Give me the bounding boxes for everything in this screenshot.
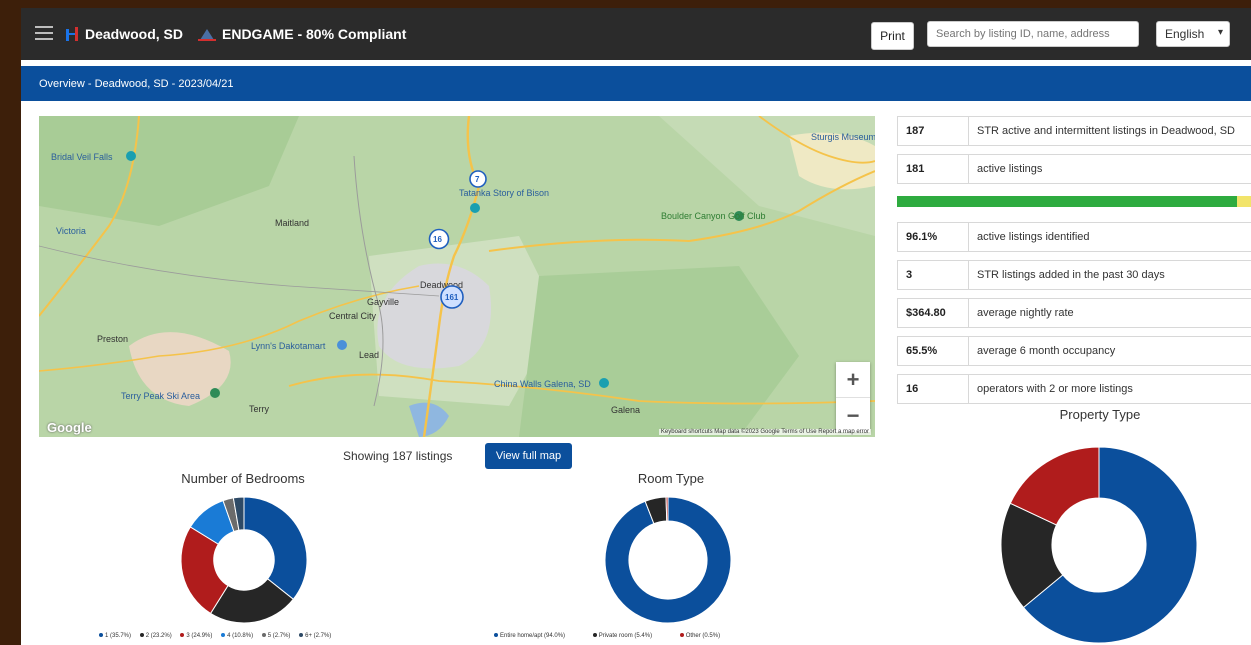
map-label: Victoria xyxy=(56,226,86,236)
listings-count-text: Showing 187 listings xyxy=(343,449,453,463)
map-label: Gayville xyxy=(367,297,399,307)
map-label: Sturgis Museum & Ha xyxy=(811,132,875,142)
print-button[interactable]: Print xyxy=(871,22,914,50)
chevron-down-icon: ▾ xyxy=(1217,27,1223,38)
zoom-out-button[interactable]: − xyxy=(836,398,870,433)
stat-label: STR listings added in the past 30 days xyxy=(977,269,1165,281)
menu-icon[interactable] xyxy=(35,26,53,40)
stat-label: operators with 2 or more listings xyxy=(977,383,1133,395)
bedrooms-donut-chart[interactable] xyxy=(179,495,309,625)
map-label: Tatanka Story of Bison xyxy=(459,188,549,198)
language-value: English xyxy=(1165,27,1205,41)
room-type-donut-chart[interactable] xyxy=(603,495,733,625)
donut-slice[interactable] xyxy=(243,496,308,600)
stat-row: 3 STR listings added in the past 30 days xyxy=(897,260,1251,290)
map-label: Bridal Veil Falls xyxy=(51,152,113,162)
legend-item[interactable]: 1 (35.7%) xyxy=(99,633,131,639)
stat-value: 96.1% xyxy=(906,231,938,243)
stat-label: active listings identified xyxy=(977,231,1090,243)
progress-remainder xyxy=(1237,196,1251,207)
legend-label: Entire home/apt (94.0%) xyxy=(500,633,566,639)
stat-row: 65.5% average 6 month occupancy xyxy=(897,336,1251,366)
map-label: Lynn's Dakotamart xyxy=(251,341,326,351)
cluster-count: 161 xyxy=(445,293,459,302)
city-title[interactable]: Deadwood, SD xyxy=(85,26,183,42)
legend-item[interactable]: 2 (23.2%) xyxy=(139,633,172,639)
map-label: Maitland xyxy=(275,218,309,228)
room-type-legend: Entire home/apt (94.0%) Private room (5.… xyxy=(494,633,727,639)
city-logo-icon xyxy=(66,27,78,41)
google-logo: Google xyxy=(47,420,92,435)
breadcrumb-text: Overview - Deadwood, SD - 2023/04/21 xyxy=(39,78,234,90)
map-label: Galena xyxy=(611,405,640,415)
map-label: Central City xyxy=(329,311,377,321)
identified-progress-bar xyxy=(897,196,1251,207)
stat-row: 16 operators with 2 or more listings xyxy=(897,374,1251,404)
legend-label: 5 (2.7%) xyxy=(267,633,291,639)
map-label: China Walls Galena, SD xyxy=(494,379,591,389)
stat-value: 3 xyxy=(906,269,913,281)
legend-label: 1 (35.7%) xyxy=(105,633,132,639)
stat-row: 187 STR active and intermittent listings … xyxy=(897,116,1251,146)
stat-value: 187 xyxy=(906,125,925,137)
map-label: Terry xyxy=(249,404,269,414)
cluster-count: 16 xyxy=(433,235,442,244)
legend-item[interactable]: 6+ (2.7%) xyxy=(299,633,331,639)
cluster-count: 7 xyxy=(475,175,480,184)
legend-label: Other (0.5%) xyxy=(685,633,721,639)
legend-item[interactable]: 4 (10.8%) xyxy=(221,633,253,639)
stat-row: 96.1% active listings identified xyxy=(897,222,1251,252)
stat-label: average nightly rate xyxy=(977,307,1074,319)
map-label: Terry Peak Ski Area xyxy=(121,391,200,401)
view-full-map-button[interactable]: View full map xyxy=(485,443,572,469)
map-label: Lead xyxy=(359,350,379,360)
stat-value: 181 xyxy=(906,163,925,175)
legend-label: 4 (10.8%) xyxy=(227,633,254,639)
map-label: Boulder Canyon Golf Club xyxy=(661,211,766,221)
map-attribution[interactable]: Keyboard shortcuts Map data ©2023 Google… xyxy=(658,429,871,435)
stat-value: $364.80 xyxy=(906,307,946,319)
compliance-title[interactable]: ENDGAME - 80% Compliant xyxy=(222,26,406,42)
legend-label: 6+ (2.7%) xyxy=(305,633,332,639)
legend-item[interactable]: 3 (24.9%) xyxy=(180,633,212,639)
legend-item[interactable]: Entire home/apt (94.0%) xyxy=(494,633,565,639)
stat-row: 181 active listings xyxy=(897,154,1251,184)
chart-title-property-type: Property Type xyxy=(1059,407,1141,422)
legend-label: 3 (24.9%) xyxy=(186,633,213,639)
bedrooms-legend: 1 (35.7%) 2 (23.2%) 3 (24.9%) 4 (10.8%) … xyxy=(99,633,338,639)
app-window: Deadwood, SD ENDGAME - 80% Compliant Pri… xyxy=(21,8,1251,645)
stat-value: 16 xyxy=(906,383,919,395)
language-select[interactable]: English ▾ xyxy=(1156,21,1230,47)
stat-label: STR active and intermittent listings in … xyxy=(977,125,1236,137)
google-logo-text: Google xyxy=(47,420,92,435)
map-label: Preston xyxy=(97,334,128,344)
search-input[interactable] xyxy=(927,21,1139,47)
zoom-in-button[interactable]: + xyxy=(836,362,870,398)
chart-title-room-type: Room Type xyxy=(637,471,705,486)
donut-slice[interactable] xyxy=(665,496,669,522)
legend-item[interactable]: 5 (2.7%) xyxy=(261,633,291,639)
stat-value: 65.5% xyxy=(906,345,938,357)
breadcrumb: Overview - Deadwood, SD - 2023/04/21 xyxy=(21,66,1251,101)
map-zoom-control: + − xyxy=(836,362,870,432)
legend-item[interactable]: Other (0.5%) xyxy=(679,633,721,639)
property-type-donut-chart[interactable] xyxy=(999,445,1199,645)
legend-item[interactable]: Private room (5.4%) xyxy=(592,633,653,639)
endgame-logo-icon xyxy=(198,29,216,41)
map-canvas[interactable]: Bridal Veil Falls Victoria Maitland Pres… xyxy=(39,116,875,437)
chart-title-bedrooms: Number of Bedrooms xyxy=(181,471,305,486)
listings-map[interactable]: Bridal Veil Falls Victoria Maitland Pres… xyxy=(39,116,875,437)
legend-label: 2 (23.2%) xyxy=(145,633,172,639)
stat-label: active listings xyxy=(977,163,1043,175)
legend-label: Private room (5.4%) xyxy=(598,633,653,639)
top-navbar: Deadwood, SD ENDGAME - 80% Compliant Pri… xyxy=(21,8,1251,60)
stat-label: average 6 month occupancy xyxy=(977,345,1116,357)
stat-row: $364.80 average nightly rate xyxy=(897,298,1251,328)
progress-fill xyxy=(897,196,1238,207)
